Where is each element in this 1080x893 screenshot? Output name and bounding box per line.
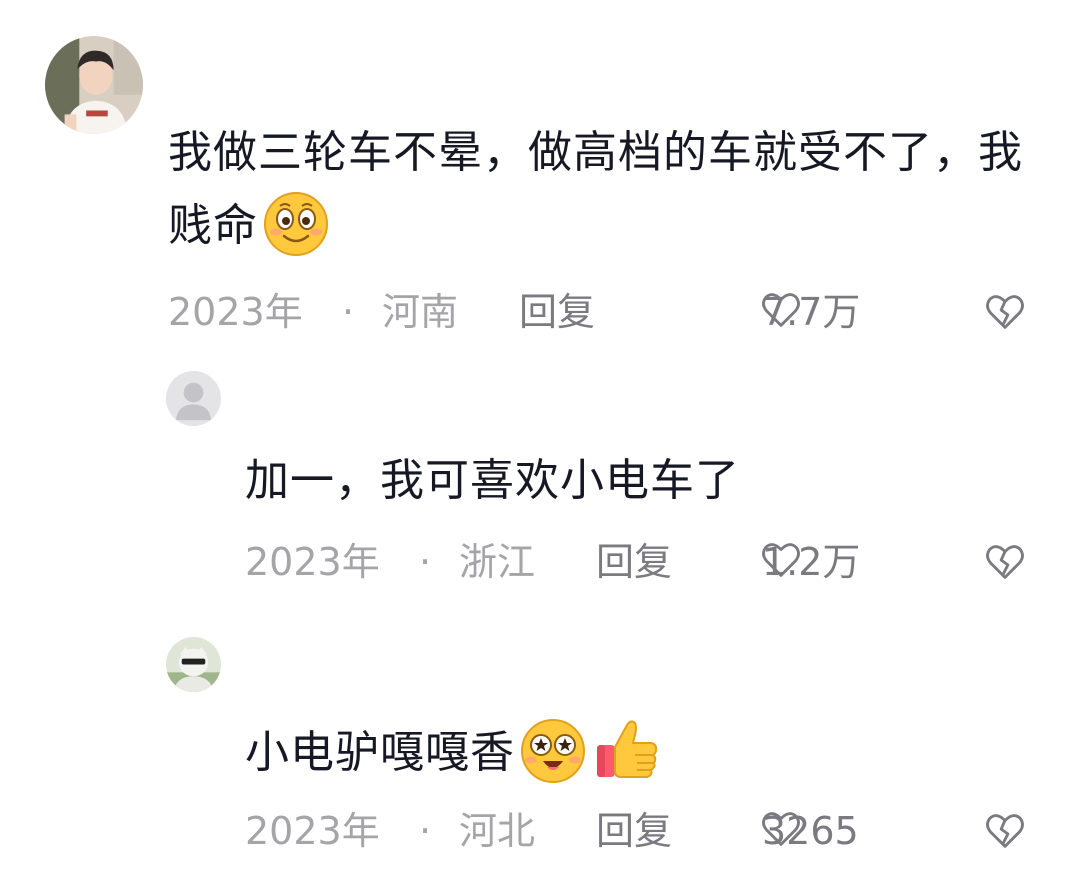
comment-location: 河南 bbox=[382, 290, 459, 334]
like-count: 3265 bbox=[762, 809, 859, 853]
like-count: 7.7万 bbox=[762, 290, 861, 334]
broken-heart-icon bbox=[982, 808, 1028, 854]
reply-avatar-photo[interactable] bbox=[166, 637, 221, 692]
reply-button[interactable]: 回复 bbox=[596, 806, 672, 856]
smile-emoji-icon bbox=[260, 186, 332, 258]
comment-date: 2023年 bbox=[168, 290, 303, 334]
star-eyes-emoji-icon bbox=[517, 713, 589, 785]
main-comment-meta: 2023年 · 河南 回复 7.7万 bbox=[168, 287, 1038, 337]
main-comment-avatar[interactable] bbox=[45, 36, 143, 134]
comment-text: 小电驴嘎嘎香 bbox=[245, 727, 515, 778]
comment-text: 加一，我可喜欢小电车了 bbox=[245, 455, 740, 506]
main-comment-text: 我做三轮车不晕，做高档的车就受不了，我贱命 bbox=[168, 120, 1028, 259]
reply-avatar-default[interactable] bbox=[166, 371, 221, 426]
reply-button[interactable]: 回复 bbox=[519, 287, 595, 337]
reply-comment-text: 加一，我可喜欢小电车了 bbox=[245, 448, 1025, 514]
reply-comment-meta: 2023年 · 河北 回复 3265 bbox=[245, 806, 1038, 856]
dislike-button[interactable] bbox=[982, 539, 1028, 585]
dislike-button[interactable] bbox=[982, 808, 1028, 854]
comment-location: 浙江 bbox=[459, 540, 536, 584]
comment-date: 2023年 bbox=[245, 809, 380, 853]
comment-location: 河北 bbox=[459, 809, 536, 853]
reply-button[interactable]: 回复 bbox=[596, 537, 672, 587]
like-count: 1.2万 bbox=[762, 540, 861, 584]
meta-separator: · bbox=[342, 290, 355, 334]
meta-separator: · bbox=[419, 809, 432, 853]
reply-comment-meta: 2023年 · 浙江 回复 1.2万 bbox=[245, 537, 1038, 587]
thumbs-up-emoji-icon bbox=[591, 713, 663, 785]
meta-separator: · bbox=[419, 540, 432, 584]
broken-heart-icon bbox=[982, 289, 1028, 335]
comment-date: 2023年 bbox=[245, 540, 380, 584]
dislike-button[interactable] bbox=[982, 289, 1028, 335]
reply-comment-text: 小电驴嘎嘎香 bbox=[245, 713, 1025, 786]
broken-heart-icon bbox=[982, 539, 1028, 585]
